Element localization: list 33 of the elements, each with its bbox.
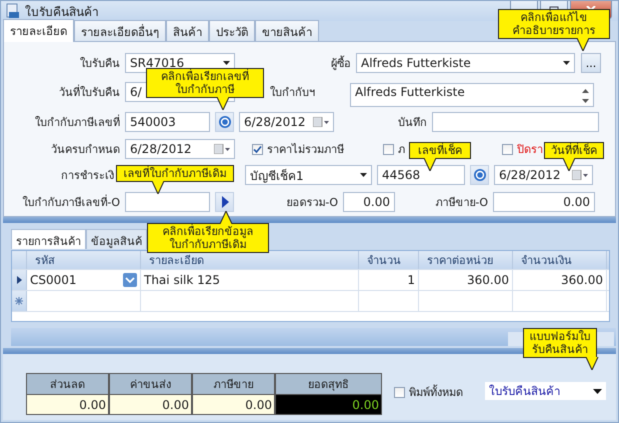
table-cell: CS0001 — [27, 270, 141, 290]
checkbox-label: ปิดรา — [517, 142, 543, 158]
table-cell: 0.00 — [110, 395, 191, 414]
field-label: ผู้ซื้อ — [330, 54, 351, 72]
field-label: บันทึก — [397, 114, 427, 130]
table-cell: 360.00 — [419, 270, 513, 290]
table-cell: Thai silk 125 — [141, 270, 359, 290]
column-header: ยอดสุทธิ — [276, 374, 381, 394]
table-cell: 0.00 — [27, 395, 108, 414]
field-label: ภาษีขาย-O — [434, 194, 488, 210]
field-label: วันครบกำหนด — [50, 142, 120, 158]
table-cell: 360.00 — [513, 270, 607, 290]
checkbox-label: ภ — [398, 142, 405, 158]
callout-tooltip: คลิกเพื่อเรียกข้อมูล ใบกำกับภาษีเดิม — [147, 223, 269, 253]
checkbox-label: ราคาไม่รวมภาษี — [267, 142, 344, 158]
field-label: วันที่ใบรับคืน — [58, 84, 120, 101]
column-header: ภาษีขาย — [193, 374, 274, 394]
field-label: ใบกำกับฯ — [270, 85, 316, 101]
column-header: ส่วนลด — [27, 374, 108, 394]
table-cell: 0.00 — [193, 395, 274, 414]
callout-tooltip: แบบฟอร์มใบ รับคืนสินค้า — [523, 328, 597, 358]
field-label: ใบกำกับภาษีเลขที่ — [34, 114, 120, 130]
callout-tooltip: คลิกเพื่อเรียกเลขที่ ใบกำกับภาษี — [146, 68, 264, 98]
table-cell: 0.00 — [276, 395, 381, 414]
field-label: ใบกำกับภาษีเลขที่-O — [21, 194, 120, 210]
checkbox-label: พิมพ์ทั้งหมด — [409, 384, 463, 401]
column-header: ค่าขนส่ง — [110, 374, 191, 394]
field-label: ยอดรวม-O — [285, 194, 338, 210]
field-label: การชำระเงิ — [60, 168, 114, 184]
field-label: ใบรับคืน — [79, 56, 120, 72]
table-cell: 1 — [359, 270, 419, 290]
callout-tooltip: คลิกเพื่อแก้ไข คำอธิบายรายการ — [498, 9, 610, 39]
window-title: ใบรับคืนสินค้า — [25, 4, 99, 20]
